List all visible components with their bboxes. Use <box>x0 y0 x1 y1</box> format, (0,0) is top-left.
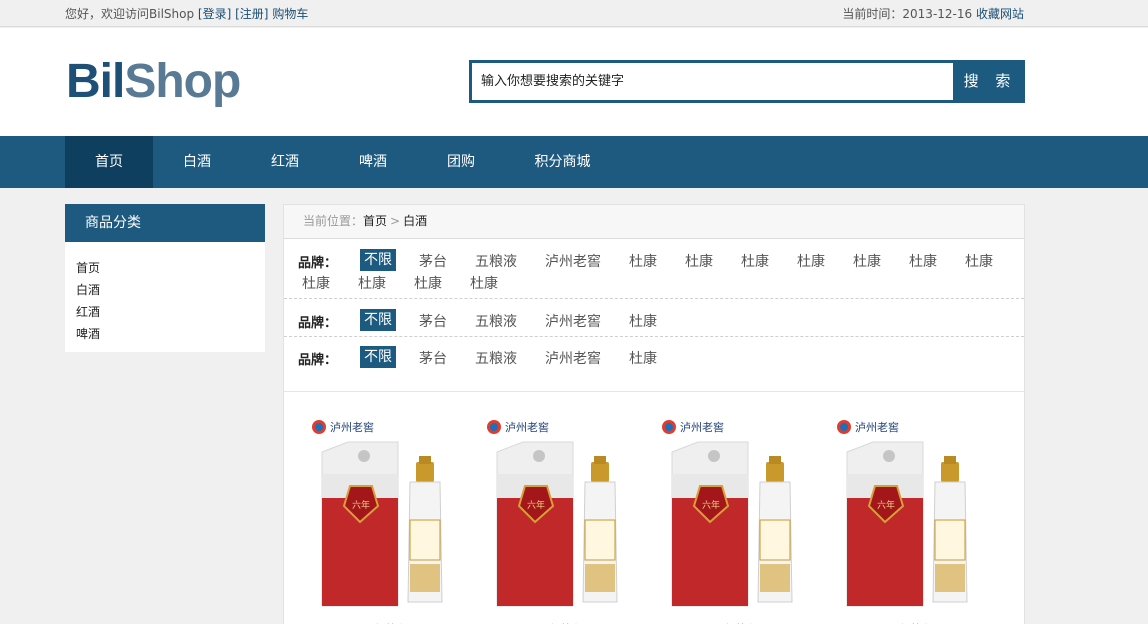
filter-option[interactable]: 泸州老窖 <box>545 348 601 368</box>
filter-option[interactable]: 茅台 <box>419 251 447 271</box>
filter-label: 品牌： <box>298 256 338 271</box>
filter-option[interactable]: 茅台 <box>419 311 447 331</box>
main-content: 当前位置：首页 > 白酒 品牌： 不限 茅台 五粮液 泸州老窖 杜康 杜康 杜康 杜… <box>283 204 1025 624</box>
header: BilShop 搜 索 <box>0 28 1148 136</box>
brand-filter-row: 品牌： 不限 茅台 五粮液 泸州老窖 杜康 杜康 杜康 杜康 杜康 杜康 杜康 … <box>284 239 1024 299</box>
svg-text:六年: 六年 <box>877 499 895 511</box>
product-title[interactable]: 52温 · 国窖暮仁 <box>841 620 935 624</box>
brand-filter-row: 品牌： 不限 茅台 五粮液 泸州老窖 杜康 <box>284 299 1024 337</box>
brand-logo-text: 泸州老窖 <box>680 420 724 434</box>
brand-logo-text: 泸州老窖 <box>505 420 549 434</box>
filter-option[interactable]: 杜康 <box>797 251 825 271</box>
product-card[interactable]: 泸州老窖 六年 52温 · 国窖暮仁 <box>306 410 456 620</box>
filter-option[interactable]: 五粮液 <box>475 251 517 271</box>
logo-text-shop: Shop <box>124 55 241 108</box>
register-link[interactable]: [注册] <box>235 7 268 21</box>
product-image: 泸州老窖 六年 <box>662 420 793 607</box>
breadcrumb-current: 白酒 <box>403 214 428 228</box>
filter-option[interactable]: 茅台 <box>419 348 447 368</box>
search-button[interactable]: 搜 索 <box>955 60 1025 103</box>
filter-option[interactable]: 杜康 <box>629 348 657 368</box>
cart-link[interactable]: 购物车 <box>272 7 308 21</box>
filter-option[interactable]: 杜康 <box>853 251 881 271</box>
filter-label: 品牌： <box>298 316 338 331</box>
nav-item-baijiu[interactable]: 白酒 <box>153 136 241 188</box>
favorite-link[interactable]: 收藏网站 <box>976 7 1024 21</box>
search-input[interactable] <box>472 63 953 100</box>
nav-item-wine[interactable]: 红酒 <box>241 136 329 188</box>
filter-option[interactable]: 泸州老窖 <box>545 251 601 271</box>
time-area: 当前时间：2013-12-16 收藏网站 <box>842 5 1024 22</box>
product-card[interactable]: 泸州老窖 六年 52温 · 国窖暮仁 <box>481 410 631 620</box>
product-image: 泸州老窖 六年 <box>837 420 968 607</box>
filter-option-any[interactable]: 不限 <box>360 346 396 368</box>
filter-option[interactable]: 杜康 <box>414 273 442 293</box>
product-title[interactable]: 52温 · 国窖暮仁 <box>316 620 410 624</box>
top-bar: 您好，欢迎访问BilShop [登录] [注册] 购物车 当前时间：2013-1… <box>0 0 1148 27</box>
category-sidebar: 商品分类 首页 白酒 红酒 啤酒 <box>65 204 265 352</box>
logo-text-bil: Bil <box>66 55 125 108</box>
main-nav: 首页 白酒 红酒 啤酒 团购 积分商城 <box>0 136 1148 188</box>
product-title[interactable]: 52温 · 国窖暮仁 <box>666 620 760 624</box>
filter-option[interactable]: 杜康 <box>909 251 937 271</box>
filter-option-any[interactable]: 不限 <box>360 249 396 271</box>
product-card[interactable]: 泸州老窖 六年 52温 · 国窖暮仁 <box>656 410 806 620</box>
sidebar-item-beer[interactable]: 啤酒 <box>76 323 265 345</box>
filter-option[interactable]: 杜康 <box>685 251 713 271</box>
nav-item-points-mall[interactable]: 积分商城 <box>505 136 620 188</box>
svg-text:六年: 六年 <box>527 499 545 511</box>
sidebar-item-wine[interactable]: 红酒 <box>76 301 265 323</box>
filter-option[interactable]: 杜康 <box>629 251 657 271</box>
filter-option-any[interactable]: 不限 <box>360 309 396 331</box>
welcome-area: 您好，欢迎访问BilShop [登录] [注册] 购物车 <box>65 5 308 22</box>
product-image: 泸州老窖 六年 <box>487 420 618 607</box>
current-time: 当前时间：2013-12-16 <box>842 7 973 21</box>
brand-logo-text: 泸州老窖 <box>855 420 899 434</box>
breadcrumb: 当前位置：首页 > 白酒 <box>284 205 1024 239</box>
svg-text:六年: 六年 <box>352 499 370 511</box>
product-image: 泸州老窖 六年 <box>312 420 443 607</box>
search-box: 搜 索 <box>469 60 1025 103</box>
svg-text:六年: 六年 <box>702 499 720 511</box>
brand-filter-row: 品牌： 不限 茅台 五粮液 泸州老窖 杜康 <box>284 337 1024 375</box>
product-card[interactable]: 泸州老窖 六年 52温 · 国窖暮仁 <box>831 410 981 620</box>
filter-label: 品牌： <box>298 353 338 368</box>
welcome-text: 您好，欢迎访问BilShop <box>65 7 198 21</box>
breadcrumb-home[interactable]: 首页 <box>363 214 387 228</box>
product-grid: 泸州老窖 六年 52温 · 国窖暮仁 泸州老窖 <box>284 391 1024 624</box>
login-link[interactable]: [登录] <box>198 7 231 21</box>
nav-item-beer[interactable]: 啤酒 <box>329 136 417 188</box>
filter-option[interactable]: 杜康 <box>358 273 386 293</box>
nav-item-groupbuy[interactable]: 团购 <box>417 136 505 188</box>
filter-option[interactable]: 杜康 <box>302 273 330 293</box>
filter-option[interactable]: 五粮液 <box>475 348 517 368</box>
filter-option[interactable]: 五粮液 <box>475 311 517 331</box>
filter-option[interactable]: 泸州老窖 <box>545 311 601 331</box>
breadcrumb-label: 当前位置： <box>303 214 364 228</box>
sidebar-item-home[interactable]: 首页 <box>76 257 265 279</box>
site-logo[interactable]: BilShop <box>66 55 241 108</box>
filter-option[interactable]: 杜康 <box>741 251 769 271</box>
breadcrumb-separator: > <box>390 214 401 228</box>
sidebar-title: 商品分类 <box>65 204 265 242</box>
filter-option[interactable]: 杜康 <box>470 273 498 293</box>
filter-option[interactable]: 杜康 <box>965 251 993 271</box>
brand-logo-text: 泸州老窖 <box>330 420 374 434</box>
filter-option[interactable]: 杜康 <box>629 311 657 331</box>
nav-item-home[interactable]: 首页 <box>65 136 153 188</box>
product-title[interactable]: 52温 · 国窖暮仁 <box>491 620 585 624</box>
sidebar-item-baijiu[interactable]: 白酒 <box>76 279 265 301</box>
